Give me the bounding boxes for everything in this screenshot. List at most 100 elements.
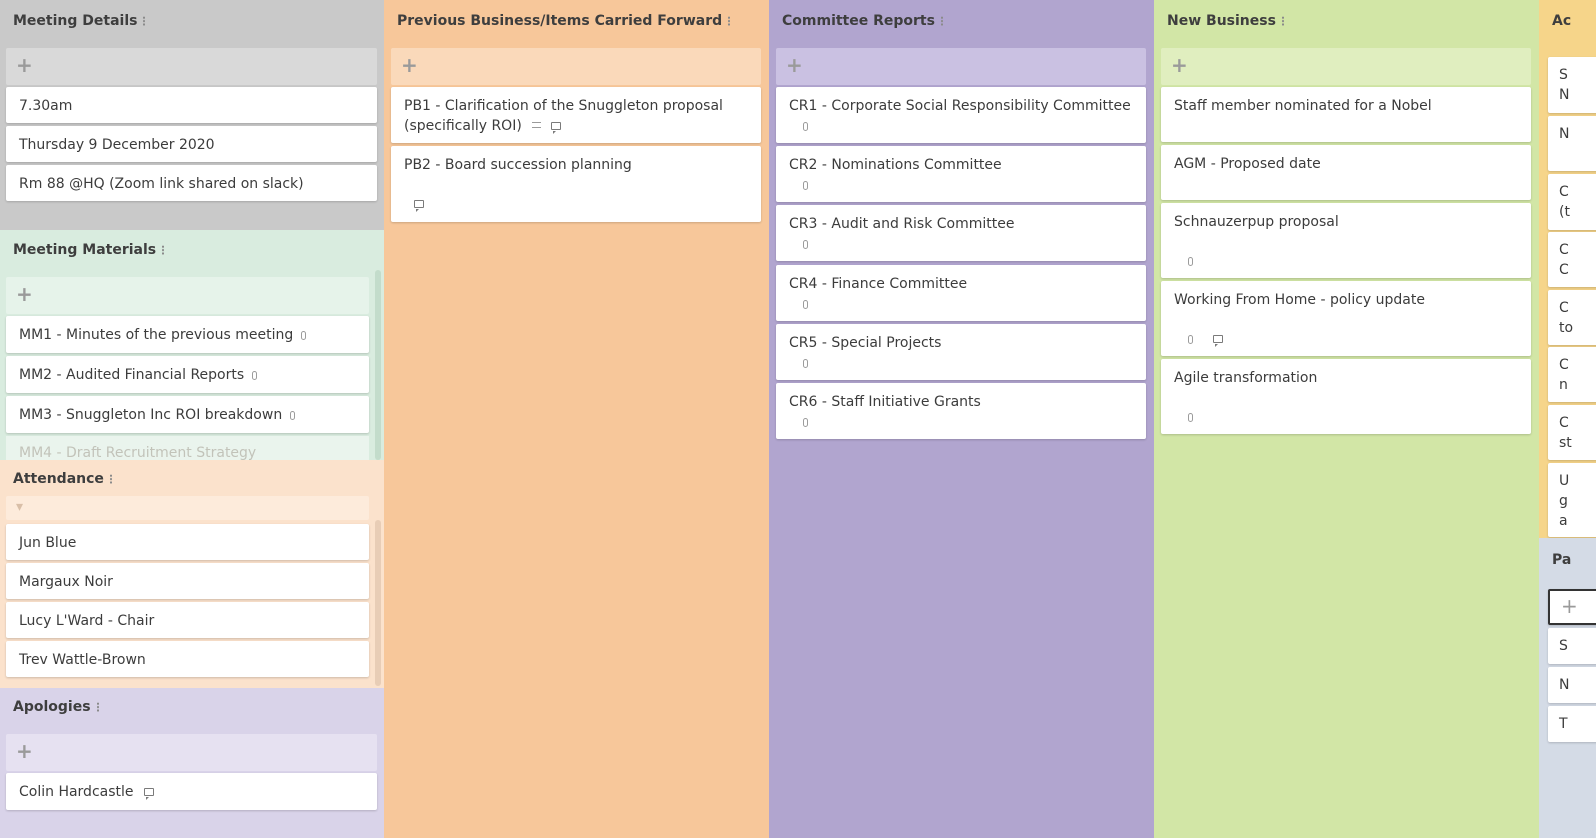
card[interactable]: Trev Wattle-Brown <box>6 641 369 677</box>
list-menu-icon[interactable] <box>940 16 943 26</box>
add-card-button[interactable]: + <box>6 277 369 314</box>
list-menu-icon[interactable] <box>143 16 146 26</box>
card-title: Margaux Noir <box>19 574 113 590</box>
card-title: Thursday 9 December 2020 <box>19 137 215 153</box>
paperclip-icon <box>290 411 296 420</box>
card[interactable]: C C <box>1548 232 1596 287</box>
card[interactable]: AGM - Proposed date <box>1161 145 1531 200</box>
add-card-button[interactable]: + <box>1161 48 1531 85</box>
paperclip-icon <box>803 359 808 368</box>
card-title: PB1 - Clarification of the Snuggleton pr… <box>404 98 723 114</box>
list-committee-reports: Committee Reports + CR1 - Corporate Soci… <box>769 0 1154 838</box>
card[interactable]: Schnauzerpup proposal <box>1161 203 1531 278</box>
card[interactable]: CR5 - Special Projects <box>776 324 1146 380</box>
card[interactable]: 7.30am <box>6 87 377 123</box>
card[interactable]: Thursday 9 December 2020 <box>6 126 377 162</box>
card[interactable]: CR4 - Finance Committee <box>776 265 1146 321</box>
list-menu-icon[interactable] <box>1281 16 1284 26</box>
card[interactable]: PB1 - Clarification of the Snuggleton pr… <box>391 87 761 143</box>
card-title: AGM - Proposed date <box>1174 156 1321 172</box>
card[interactable]: Agile transformation <box>1161 359 1531 434</box>
card-title: Colin Hardcastle <box>19 784 134 800</box>
card-title: 7.30am <box>19 98 73 114</box>
card[interactable]: C n <box>1548 347 1596 402</box>
list-title[interactable]: Committee Reports <box>769 0 1154 46</box>
add-card-button[interactable]: + <box>6 48 377 85</box>
card[interactable]: CR6 - Staff Initiative Grants <box>776 383 1146 439</box>
card-title: Working From Home - policy update <box>1174 292 1425 308</box>
kanban-board: Meeting Details + 7.30am Thursday 9 Dece… <box>0 0 1596 838</box>
add-card-button[interactable]: + <box>6 734 377 771</box>
card-title: Trev Wattle-Brown <box>19 652 146 668</box>
list-meeting-materials: Meeting Materials + MM1 - Minutes of the… <box>0 230 384 460</box>
list-title[interactable]: Previous Business/Items Carried Forward <box>384 0 769 46</box>
card-title-line2: (specifically ROI) <box>404 118 522 134</box>
list-title[interactable]: Meeting Details <box>0 0 384 46</box>
comment-icon <box>550 122 561 134</box>
card[interactable]: MM3 - Snuggleton Inc ROI breakdown <box>6 396 369 433</box>
card[interactable]: PB2 - Board succession planning <box>391 146 761 222</box>
comment-icon <box>1213 335 1223 347</box>
card[interactable]: Colin Hardcastle <box>6 773 377 810</box>
list-title-text: Pa <box>1552 552 1572 568</box>
paperclip-icon <box>1188 335 1193 344</box>
add-card-button[interactable]: + <box>391 48 761 85</box>
card[interactable]: S <box>1548 628 1596 664</box>
add-card-button[interactable]: ▾ <box>6 496 369 520</box>
paperclip-icon <box>1188 413 1193 422</box>
list-title-text: Apologies <box>13 699 91 715</box>
list-title-text: Attendance <box>13 471 104 487</box>
card[interactable]: Lucy L'Ward - Chair <box>6 602 369 638</box>
card[interactable]: C (t <box>1548 174 1596 230</box>
card[interactable]: Margaux Noir <box>6 563 369 599</box>
card-partial[interactable]: MM4 - Draft Recruitment Strategy <box>6 436 369 460</box>
list-menu-icon[interactable] <box>728 16 731 26</box>
list-title[interactable]: Ac <box>1539 0 1596 46</box>
card[interactable]: Staff member nominated for a Nobel <box>1161 87 1531 142</box>
list-menu-icon[interactable] <box>109 474 112 484</box>
card[interactable]: N <box>1548 667 1596 703</box>
card-title: Agile transformation <box>1174 370 1318 386</box>
list-title[interactable]: Meeting Materials <box>0 230 384 276</box>
add-card-button[interactable]: + <box>776 48 1146 85</box>
card[interactable]: S N <box>1548 57 1596 113</box>
card[interactable]: T <box>1548 706 1596 742</box>
card[interactable]: CR1 - Corporate Social Responsibility Co… <box>776 87 1146 143</box>
paperclip-icon <box>1188 257 1193 266</box>
card[interactable]: C to <box>1548 290 1596 345</box>
list-title-text: Ac <box>1552 13 1572 29</box>
list-title[interactable]: Apologies <box>0 688 384 734</box>
list-menu-icon[interactable] <box>162 245 165 255</box>
description-icon <box>531 122 541 128</box>
list-menu-icon[interactable] <box>96 702 99 712</box>
card-title: MM4 - Draft Recruitment Strategy <box>19 445 257 460</box>
scrollbar[interactable] <box>375 270 381 460</box>
card-title: CR1 - Corporate Social Responsibility Co… <box>789 98 1131 114</box>
card-title: CR6 - Staff Initiative Grants <box>789 394 981 410</box>
card[interactable]: CR3 - Audit and Risk Committee <box>776 205 1146 261</box>
card[interactable]: Jun Blue <box>6 524 369 560</box>
card[interactable]: C st <box>1548 405 1596 460</box>
card-title: Lucy L'Ward - Chair <box>19 613 155 629</box>
card-title: CR4 - Finance Committee <box>789 276 968 292</box>
add-card-button[interactable]: + <box>1548 589 1596 625</box>
paperclip-icon <box>803 122 808 131</box>
card-title: CR3 - Audit and Risk Committee <box>789 216 1015 232</box>
list-title[interactable]: New Business <box>1154 0 1539 46</box>
card-title: Staff member nominated for a Nobel <box>1174 98 1432 114</box>
card[interactable]: MM2 - Audited Financial Reports <box>6 356 369 393</box>
list-apologies: Apologies + Colin Hardcastle <box>0 688 384 838</box>
card[interactable]: Rm 88 @HQ (Zoom link shared on slack) <box>6 165 377 201</box>
card[interactable]: Working From Home - policy update <box>1161 281 1531 356</box>
card-title: CR2 - Nominations Committee <box>789 157 1002 173</box>
card[interactable]: N <box>1548 116 1596 171</box>
card-title: MM1 - Minutes of the previous meeting <box>19 327 294 343</box>
list-title[interactable]: Pa <box>1539 538 1596 584</box>
card[interactable]: U g a <box>1548 463 1596 537</box>
list-title-text: Committee Reports <box>782 13 935 29</box>
card[interactable]: CR2 - Nominations Committee <box>776 146 1146 202</box>
card-title: Schnauzerpup proposal <box>1174 214 1339 230</box>
scrollbar[interactable] <box>375 520 381 686</box>
paperclip-icon <box>803 418 808 427</box>
card[interactable]: MM1 - Minutes of the previous meeting <box>6 316 369 353</box>
